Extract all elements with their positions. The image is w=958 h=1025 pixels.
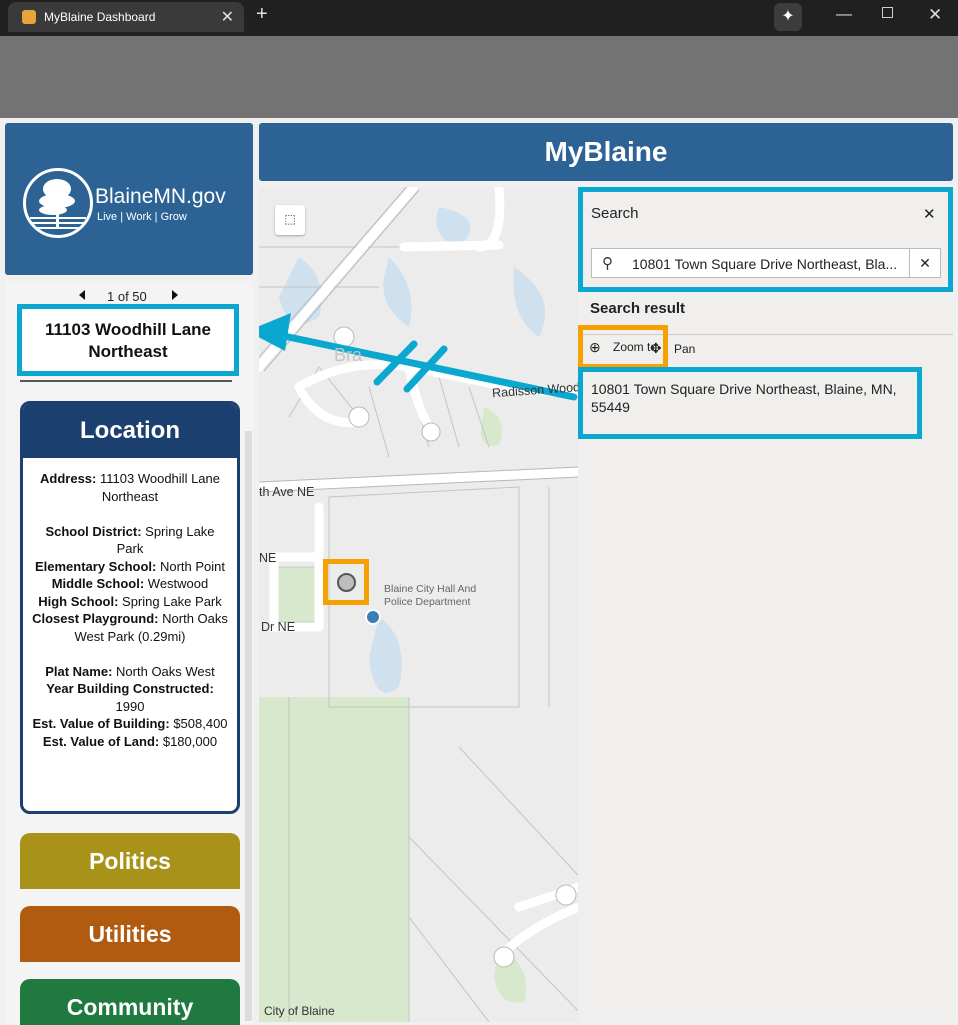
tab-close-icon[interactable]: ✕ [221,7,234,27]
next-icon[interactable] [172,290,178,300]
search-icon: ⚲ [602,255,613,272]
scrollbar[interactable] [245,431,252,1021]
browser-tab[interactable]: MyBlaine Dashboard ✕ [8,2,244,32]
browser-toolbar [0,36,958,118]
location-card: Location Address: 11103 Woodhill Lane No… [20,401,240,814]
maximize-icon[interactable] [882,7,893,18]
search-panel: Search ✕ ⚲ 10801 Town Square Drive North… [578,187,953,1022]
location-marker-icon[interactable] [337,573,356,592]
pan-icon: ✥ [650,340,662,356]
browser-titlebar: MyBlaine Dashboard ✕ + ✦ — ✕ [0,0,958,36]
zoom-icon: ⊕ [589,339,601,355]
pan-label: Pan [674,342,696,356]
search-result-heading: Search result [590,300,686,317]
pager-text: 1 of 50 [107,289,147,304]
location-details: Address: 11103 Woodhill Lane Northeast S… [23,458,237,750]
search-title: Search [591,205,639,222]
field-elementary-school: Elementary School: North Point [34,558,226,574]
favicon-icon [22,10,36,24]
field-plat-name: Plat Name: North Oaks West [45,663,215,679]
field-building-value: Est. Value of Building: $508,400 [32,716,228,731]
field-land-value: Est. Value of Land: $180,000 [42,733,218,749]
tab-title: MyBlaine Dashboard [44,10,156,24]
politics-section-button[interactable]: Politics [20,833,240,889]
poi-label: Blaine City Hall And Police Department [384,583,477,608]
selected-parcel-highlight [323,559,369,605]
pan-button[interactable]: ✥ Pan [650,340,696,356]
community-section-button[interactable]: Community [20,979,240,1025]
dashboard: BlaineMN.gov Live | Work | Grow 1 of 50 … [0,118,958,1025]
field-year-built: Year Building Constructed: 1990 [46,681,214,714]
area-label: Bra [334,345,363,365]
logo-name: BlaineMN.gov [95,185,226,208]
field-middle-school: Middle School: Westwood [51,576,209,591]
utilities-section-button[interactable]: Utilities [20,906,240,962]
app-header: MyBlaine [259,123,953,181]
map-attribution: City of Blaine [264,1004,335,1018]
search-result-item[interactable]: 10801 Town Square Drive Northeast, Blain… [578,367,922,439]
previous-icon[interactable] [79,290,85,300]
field-school-district: School District: Spring Lake Park [45,523,215,557]
street-label: Dr NE [261,620,296,634]
new-tab-icon[interactable]: + [256,3,268,26]
search-header: Search ✕ ⚲ 10801 Town Square Drive North… [578,187,953,292]
close-window-icon[interactable]: ✕ [928,5,942,25]
street-label: NE [259,551,277,565]
record-panel: 1 of 50 11103 Woodhill Lane Northeast Lo… [5,281,253,1025]
field-high-school: High School: Spring Lake Park [38,593,222,609]
minimize-icon[interactable]: — [836,6,852,24]
city-hall-icon[interactable] [365,609,381,625]
copilot-icon[interactable]: ✦ [774,3,802,31]
tree-logo-icon [23,168,93,238]
select-tool-icon[interactable]: ⬚ [275,205,305,235]
divider [20,380,232,382]
clear-search-button[interactable]: ✕ [909,248,941,278]
search-input[interactable]: ⚲ 10801 Town Square Drive Northeast, Bla… [591,248,917,278]
field-closest-playground: Closest Playground: North Oaks West Park… [32,611,228,644]
close-icon[interactable]: ✕ [923,205,936,223]
location-heading[interactable]: Location [23,404,237,458]
field-address: Address: 11103 Woodhill Lane Northeast [40,471,220,504]
street-label: th Ave NE [259,485,315,499]
logo-panel: BlaineMN.gov Live | Work | Grow [5,123,253,275]
record-title: 11103 Woodhill Lane Northeast [17,304,239,376]
search-input-value: 10801 Town Square Drive Northeast, Bla..… [632,256,898,272]
logo-tagline: Live | Work | Grow [97,211,187,223]
record-pager: 1 of 50 [5,287,253,305]
